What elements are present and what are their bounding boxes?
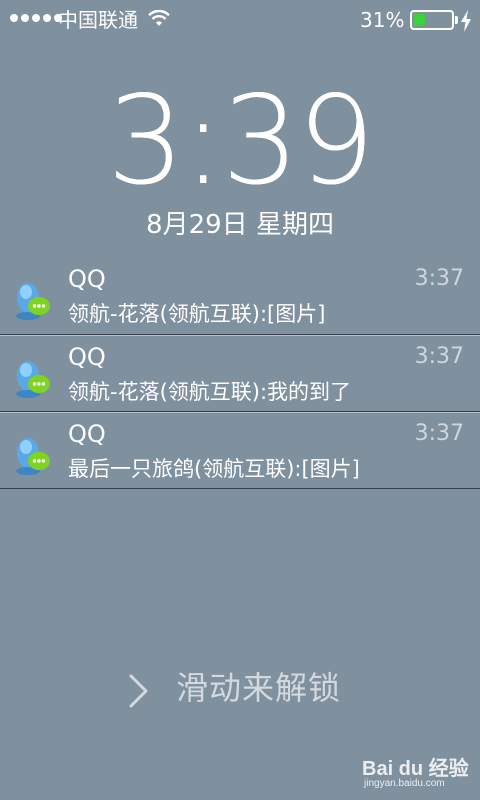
notification-message: 最后一只旅鸽(领航互联):[图片] xyxy=(68,457,360,481)
notification-app-name: QQ xyxy=(68,420,106,448)
signal-strength-icon xyxy=(10,14,62,22)
lock-date: 8月29日 星期四 xyxy=(146,210,334,240)
qq-message-icon xyxy=(16,283,50,320)
battery-level-fill xyxy=(414,14,425,26)
battery-percentage: 31% xyxy=(360,8,405,32)
wifi-icon xyxy=(148,10,170,26)
notification-time: 3:37 xyxy=(414,421,464,446)
lock-time: 3:39 xyxy=(107,70,375,212)
notification-item[interactable]: QQ 3:37 最后一只旅鸽(领航互联):[图片] xyxy=(0,412,480,489)
watermark-url: jingyan.baidu.com xyxy=(364,778,445,789)
notification-time: 3:37 xyxy=(414,344,464,369)
notification-message: 领航-花落(领航互联):[图片] xyxy=(68,302,326,326)
notification-message: 领航-花落(领航互联):我的到了 xyxy=(68,380,352,404)
notification-time: 3:37 xyxy=(414,266,464,291)
notification-list: QQ 3:37 领航-花落(领航互联):[图片] QQ 3:37 领航-花落(领… xyxy=(0,258,480,489)
status-bar: 中国联通 31% xyxy=(0,0,480,40)
notification-item[interactable]: QQ 3:37 领航-花落(领航互联):[图片] xyxy=(0,258,480,335)
battery-tip xyxy=(455,16,458,24)
qq-message-icon xyxy=(16,361,50,398)
notification-app-name: QQ xyxy=(68,343,106,371)
unlock-label: 滑动来解锁 xyxy=(176,669,342,707)
notification-item[interactable]: QQ 3:37 领航-花落(领航互联):我的到了 xyxy=(0,335,480,412)
baidu-watermark: Bai du 经验 jingyan.baidu.com xyxy=(362,742,474,794)
watermark-brand: Bai du 经验 xyxy=(362,758,469,780)
chevron-right-icon xyxy=(129,674,148,708)
notification-app-name: QQ xyxy=(68,265,106,293)
lightning-bolt-icon xyxy=(461,10,471,32)
carrier-name: 中国联通 xyxy=(58,8,138,32)
battery-icon xyxy=(410,10,454,30)
qq-message-icon xyxy=(16,438,50,475)
